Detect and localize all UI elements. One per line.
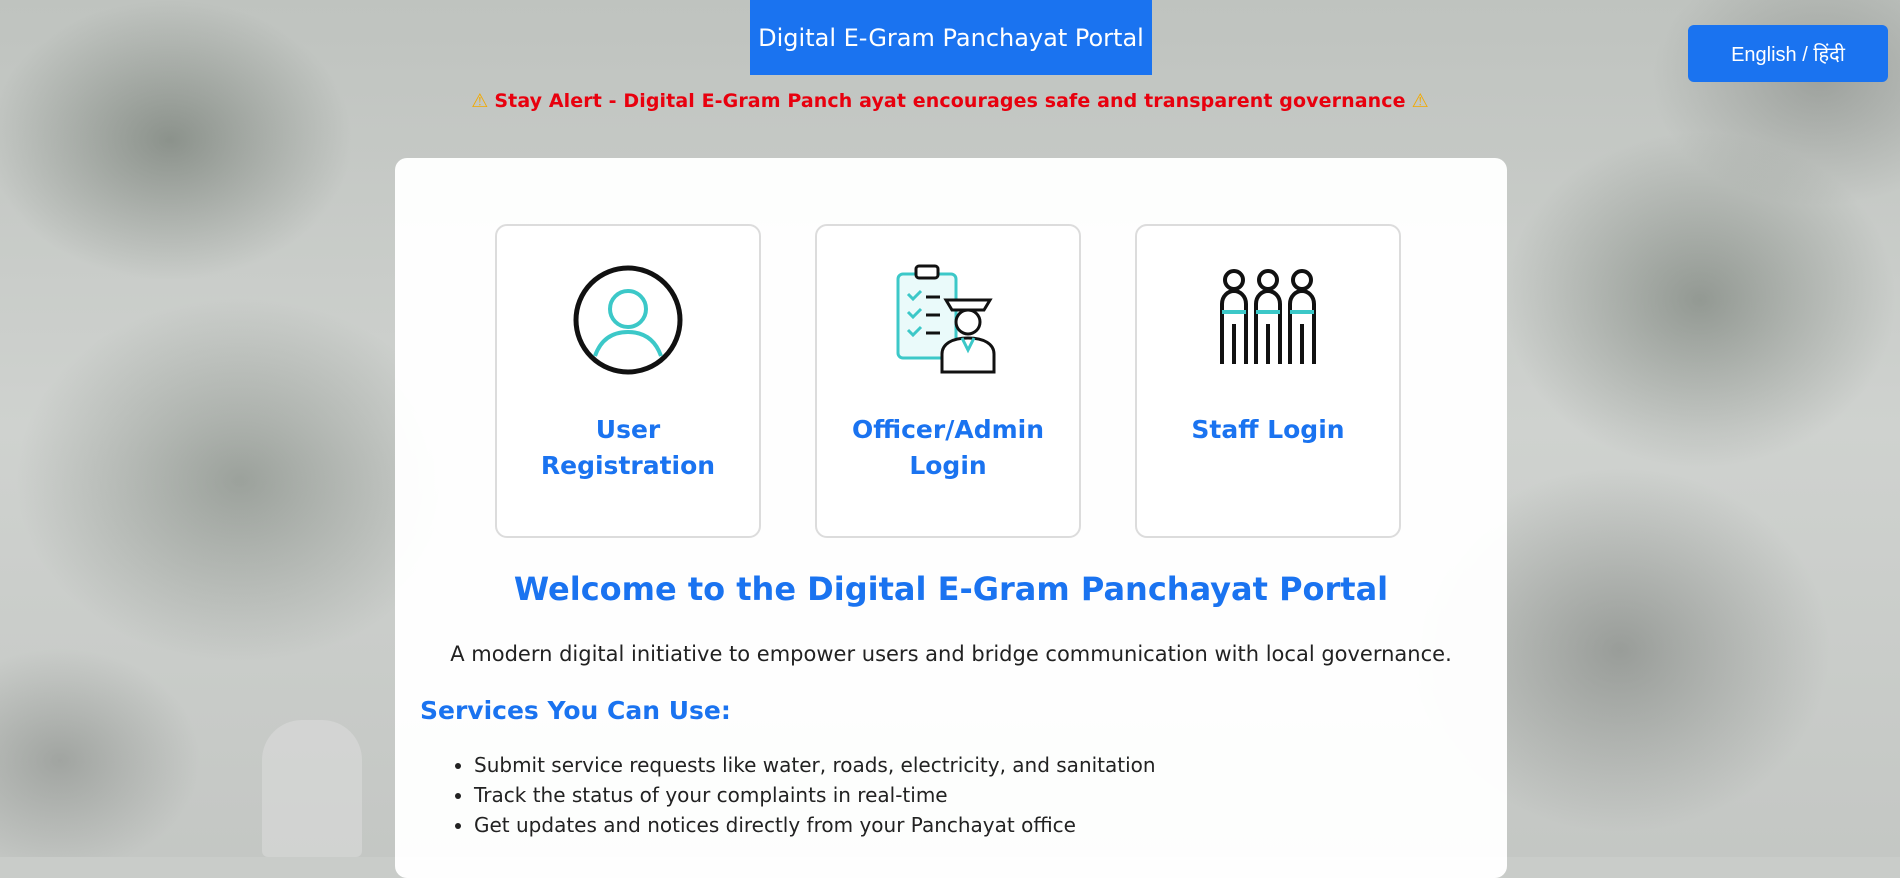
officer-admin-login-card[interactable]: Officer/Admin Login: [815, 224, 1081, 538]
alert-text: Stay Alert - Digital E-Gram Panch ayat e…: [494, 90, 1406, 112]
services-list: Submit service requests like water, road…: [448, 750, 1156, 840]
officer-clipboard-icon: [896, 264, 996, 374]
main-card: User Registration Officer/Admin Login St…: [395, 158, 1507, 878]
staff-group-icon: [1220, 269, 1316, 364]
officer-admin-login-label: Officer/Admin Login: [851, 415, 1045, 480]
list-item: Get updates and notices directly from yo…: [474, 810, 1156, 840]
background-figure: [262, 720, 362, 857]
warning-icon: ⚠: [471, 90, 489, 112]
services-heading: Services You Can Use:: [420, 696, 731, 725]
tagline: A modern digital initiative to empower u…: [450, 642, 1452, 666]
user-registration-label: User Registration: [540, 415, 716, 480]
list-item: Submit service requests like water, road…: [474, 750, 1156, 780]
list-item: Track the status of your complaints in r…: [474, 780, 1156, 810]
language-toggle-button[interactable]: English / हिंदी: [1688, 25, 1888, 82]
staff-login-card[interactable]: Staff Login: [1135, 224, 1401, 538]
user-profile-icon: [573, 265, 683, 375]
welcome-heading: Welcome to the Digital E-Gram Panchayat …: [513, 570, 1389, 608]
user-registration-card[interactable]: User Registration: [495, 224, 761, 538]
alert-banner: ⚠ Stay Alert - Digital E-Gram Panch ayat …: [0, 90, 1900, 112]
warning-icon: ⚠: [1411, 90, 1429, 112]
staff-login-label: Staff Login: [1191, 415, 1345, 444]
portal-title: Digital E-Gram Panchayat Portal: [750, 0, 1152, 75]
login-options: User Registration Officer/Admin Login St…: [495, 224, 1401, 538]
